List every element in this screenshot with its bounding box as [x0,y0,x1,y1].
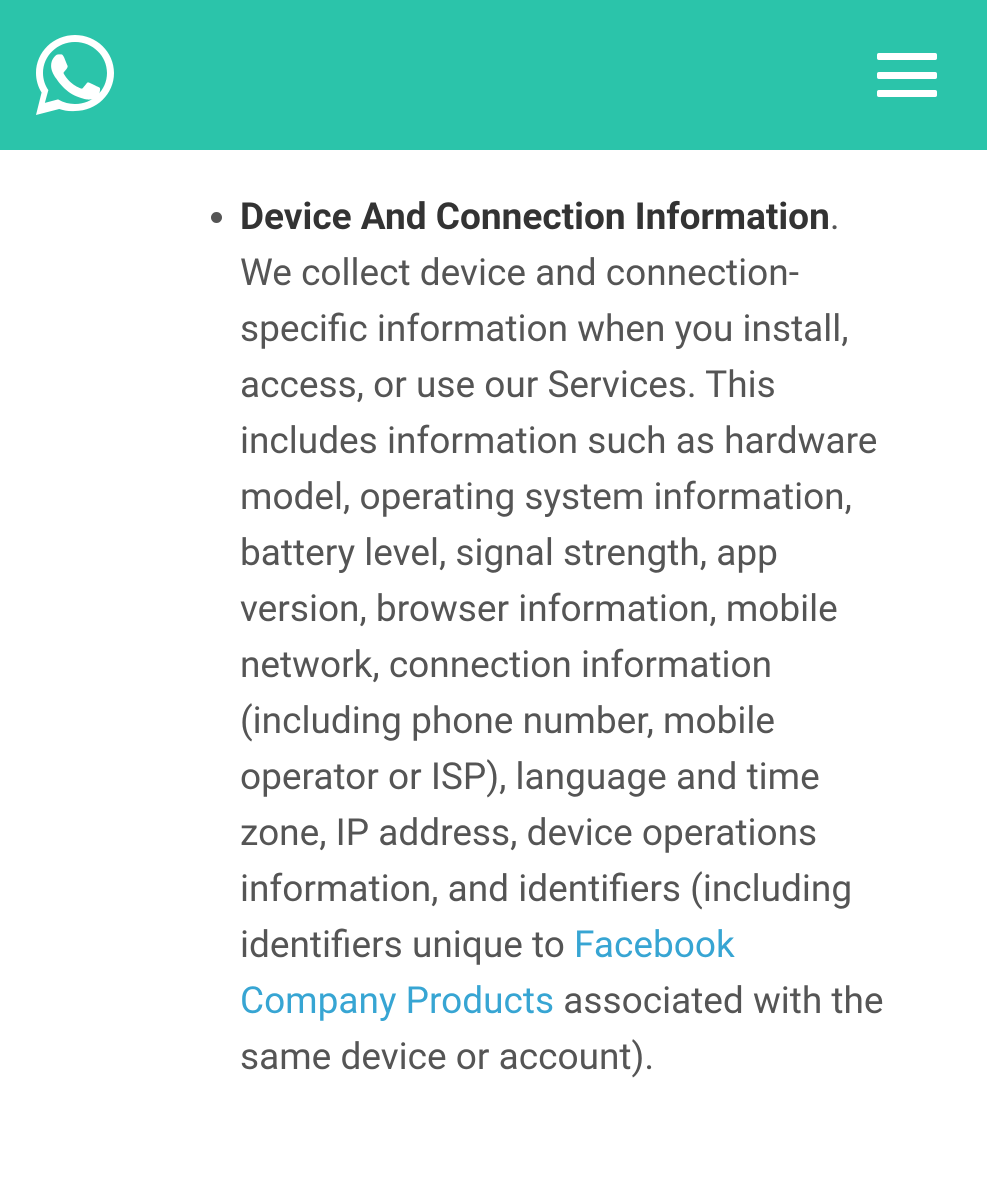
policy-list: Services (your "last seen"); and when yo… [0,0,987,1086]
policy-content: Services (your "last seen"); and when yo… [0,0,987,1086]
policy-list-item-device: Device And Connection Information. We co… [240,190,897,1086]
hamburger-line [877,72,937,79]
hamburger-line [877,53,937,60]
policy-item-heading: Device And Connection Information [240,196,830,239]
hamburger-line [877,90,937,97]
policy-item-body-before-link: . We collect device and connection-speci… [240,196,877,967]
whatsapp-logo[interactable] [30,30,120,120]
app-header [0,0,987,150]
menu-button[interactable] [877,53,937,97]
